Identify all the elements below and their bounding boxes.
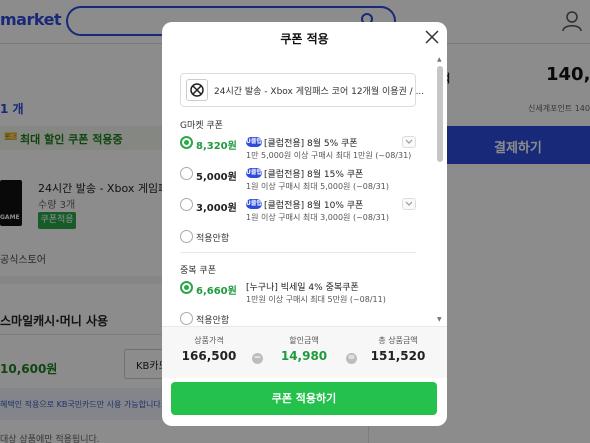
modal-title: 쿠폰 적용 <box>280 32 329 46</box>
discount-label: 할인금액 <box>289 336 319 345</box>
coupon-price: 8,320원 <box>196 141 237 152</box>
dup-coupon-price: 6,660원 <box>196 286 237 297</box>
chevron-down-icon <box>405 201 413 206</box>
coupon-desc: 1만 5,000원 이상 구매시 최대 1만원 (~08/31) <box>246 151 412 160</box>
apply-coupon-button[interactable]: 쿠폰 적용하기 <box>171 382 437 415</box>
xbox-icon <box>190 83 204 97</box>
no-coupon-radio-2[interactable] <box>180 312 193 325</box>
total-value: 151,520 <box>370 349 426 363</box>
coupon-expand-button[interactable] <box>402 198 416 210</box>
price-value: 166,500 <box>181 349 237 363</box>
dup-coupon-desc: 1만원 이상 구매시 최대 5만원 (~08/11) <box>246 295 386 304</box>
no-coupon-label: 적용안함 <box>196 316 230 326</box>
divider <box>180 252 416 253</box>
scrollbar-thumb[interactable] <box>437 66 443 162</box>
coupon-name: [클럽전용] 8월 15% 쿠폰 <box>264 170 364 180</box>
coupon-name: [클럽전용] 8월 5% 쿠폰 <box>264 139 358 149</box>
coupon-radio-3[interactable] <box>180 198 193 211</box>
coupon-name: [클럽전용] 8월 10% 쿠폰 <box>264 201 364 211</box>
scroll-up-icon[interactable]: ▲ <box>437 56 442 63</box>
scroll-down-icon[interactable]: ▼ <box>437 316 442 323</box>
gmarket-coupon-heading: G마켓 쿠폰 <box>180 121 223 131</box>
product-name: 24시간 발송 - Xbox 게임패스 코어 12개월 이용권 / ... <box>214 87 425 97</box>
dup-coupon-name: [누구나] 빅세일 4% 중복쿠폰 <box>246 283 359 293</box>
no-coupon-label: 적용안함 <box>196 234 230 244</box>
totals-bar: 상품가격 166,500 − 할인금액 14,980 = 총 상품금액 151,… <box>162 326 447 378</box>
discount-value: 14,980 <box>280 349 328 363</box>
coupon-expand-button[interactable] <box>402 136 416 148</box>
dup-coupon-radio[interactable] <box>180 281 193 294</box>
uclub-badge: U클럽 <box>246 168 262 178</box>
uclub-badge: U클럽 <box>246 137 262 147</box>
coupon-desc: 1원 이상 구매시 최대 5,000원 (~08/31) <box>246 182 389 191</box>
coupon-desc: 1원 이상 구매시 최대 3,000원 (~08/31) <box>246 213 389 222</box>
duplicate-coupon-heading: 중복 쿠폰 <box>180 266 216 276</box>
coupon-price: 5,000원 <box>196 172 237 183</box>
no-coupon-radio-1[interactable] <box>180 230 193 243</box>
coupon-price: 3,000원 <box>196 203 237 214</box>
product-thumbnail <box>186 79 208 101</box>
coupon-radio-1[interactable] <box>180 136 193 149</box>
coupon-radio-2[interactable] <box>180 167 193 180</box>
price-label: 상품가격 <box>194 336 224 345</box>
total-label: 총 상품금액 <box>378 336 418 345</box>
close-icon[interactable] <box>424 29 440 45</box>
chevron-down-icon <box>405 139 413 144</box>
equals-icon: = <box>346 353 357 364</box>
coupon-modal: 쿠폰 적용 ▲ ▼ 24시간 발송 - Xbox 게임패스 코어 12개월 이용… <box>162 22 447 426</box>
minus-icon: − <box>252 353 263 364</box>
uclub-badge: U클럽 <box>246 199 262 209</box>
